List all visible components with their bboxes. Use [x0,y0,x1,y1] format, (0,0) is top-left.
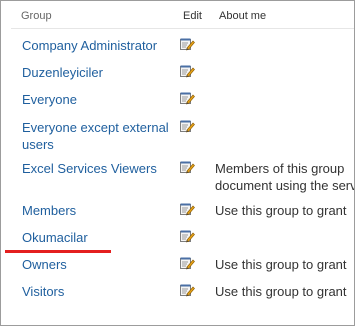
edit-pencil-icon[interactable] [179,283,195,297]
edit-pencil-icon[interactable] [179,119,195,133]
edit-pencil-icon[interactable] [179,229,195,243]
column-header-group[interactable]: Group [21,10,52,22]
group-link-line: users [22,137,54,152]
group-link-members[interactable]: Members [22,202,172,219]
column-header-about-me: About me [219,10,267,22]
group-link-owners[interactable]: Owners [22,256,172,273]
edit-pencil-icon[interactable] [179,202,195,216]
header-divider [11,28,354,29]
group-link-duzenleyiciler[interactable]: Duzenleyiciler [22,64,172,81]
column-header-edit: Edit [183,10,202,22]
highlight-underline [5,250,111,253]
description-line: Members of this group [215,161,345,176]
group-description: Use this group to grant [215,284,347,299]
description-line: document using the serv [215,178,355,193]
group-link-excel-services-viewers[interactable]: Excel Services Viewers [22,160,172,177]
group-description: Use this group to grant [215,203,347,218]
group-link-everyone-except-external-users[interactable]: Everyone except external users [22,119,172,153]
group-description: Members of this group document using the… [215,160,355,194]
edit-pencil-icon[interactable] [179,256,195,270]
group-link-everyone[interactable]: Everyone [22,91,172,108]
edit-pencil-icon[interactable] [179,160,195,174]
group-description: Use this group to grant [215,257,347,272]
groups-panel: Group Edit About me Company Administrato… [0,0,355,326]
edit-pencil-icon[interactable] [179,64,195,78]
group-link-line: Everyone except external [22,120,169,135]
edit-pencil-icon[interactable] [179,37,195,51]
group-link-company-administrator[interactable]: Company Administrator [22,37,172,54]
edit-pencil-icon[interactable] [179,91,195,105]
group-link-okumacilar[interactable]: Okumacilar [22,229,172,246]
group-link-visitors[interactable]: Visitors [22,283,172,300]
